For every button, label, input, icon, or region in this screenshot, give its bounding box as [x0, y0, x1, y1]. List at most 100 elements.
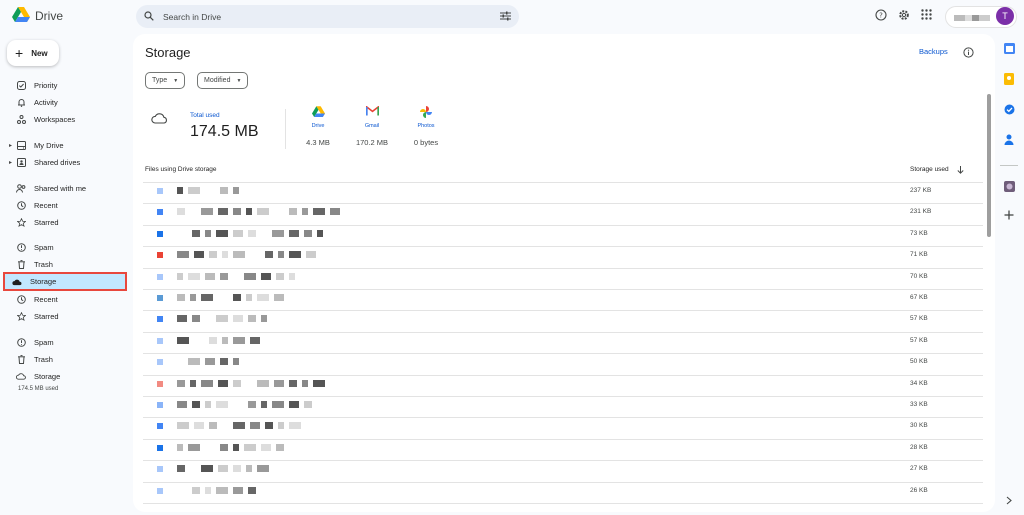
sidebar-item-storage[interactable]: Storage: [3, 272, 127, 291]
file-row[interactable]: 70 KB: [143, 269, 983, 290]
redacted-block: [265, 422, 273, 430]
type-filter-chip[interactable]: Type ▼: [145, 72, 186, 89]
redacted-block: [190, 465, 196, 472]
redacted-block: [188, 272, 200, 280]
info-icon[interactable]: [963, 47, 974, 60]
redacted-block: [274, 465, 284, 472]
add-addon-icon[interactable]: [1003, 209, 1015, 221]
chevron-right-icon[interactable]: [1003, 494, 1015, 506]
sidebar-item-label: Priority: [34, 80, 58, 90]
file-row[interactable]: 27 KB: [143, 461, 983, 483]
total-used-label: Total used: [190, 112, 220, 119]
file-size: 34 KB: [910, 379, 928, 387]
sidebar-item-storage[interactable]: Storage: [8, 369, 60, 383]
sidebar-item-activity[interactable]: Activity: [8, 95, 58, 109]
file-name-redacted[interactable]: [177, 229, 323, 237]
sidebar-item-shared-with-me[interactable]: Shared with me: [8, 181, 86, 195]
expand-caret-icon[interactable]: ▸: [9, 142, 12, 149]
sidebar-item-my-drive[interactable]: ▸ My Drive: [8, 138, 64, 152]
redacted-block: [317, 401, 323, 408]
addon-app-icon[interactable]: [1003, 180, 1015, 192]
file-row[interactable]: 73 KB: [143, 226, 983, 248]
redacted-block: [209, 336, 217, 344]
redacted-block: [209, 251, 217, 259]
sidebar-item-spam[interactable]: Spam: [8, 335, 54, 349]
redacted-block: [222, 336, 228, 344]
file-row[interactable]: 57 KB: [143, 333, 983, 355]
file-name-redacted[interactable]: [177, 187, 239, 194]
sidebar-item-recent[interactable]: Recent: [8, 292, 58, 306]
account-avatar[interactable]: T: [996, 7, 1014, 25]
sidebar-item-starred[interactable]: Starred: [8, 309, 59, 323]
file-row[interactable]: 28 KB: [143, 440, 983, 462]
sidebar-item-priority[interactable]: Priority: [8, 78, 57, 92]
sidebar-item-shared-drives[interactable]: ▸ Shared drives: [8, 155, 80, 169]
redacted-block: [233, 401, 243, 408]
search-options-icon[interactable]: [500, 11, 511, 23]
storage-used-text: 174.5 MB used: [18, 386, 59, 392]
sort-arrow-down-icon[interactable]: [957, 166, 964, 176]
file-name-redacted[interactable]: [177, 465, 284, 473]
sidebar-item-starred[interactable]: Starred: [8, 215, 59, 229]
file-row[interactable]: 237 KB: [143, 183, 983, 205]
expand-caret-icon[interactable]: ▸: [9, 159, 12, 166]
file-row[interactable]: 57 KB: [143, 311, 983, 333]
redacted-block: [188, 443, 200, 451]
help-icon[interactable]: ?: [875, 9, 887, 21]
storage-used-column-header[interactable]: Storage used: [910, 166, 964, 176]
file-name-redacted[interactable]: [177, 486, 267, 494]
search-input[interactable]: Search in Drive: [163, 12, 500, 22]
redacted-block: [190, 294, 196, 301]
drive-icon: [298, 106, 338, 119]
file-name-redacted[interactable]: [177, 315, 267, 323]
file-name-redacted[interactable]: [177, 272, 295, 280]
file-row[interactable]: 231 KB: [143, 204, 983, 226]
backups-link[interactable]: Backups: [919, 47, 948, 56]
file-row[interactable]: 67 KB: [143, 290, 983, 312]
sidebar-item-spam[interactable]: Spam: [8, 240, 54, 254]
file-name-redacted[interactable]: [177, 208, 340, 216]
new-button[interactable]: + New: [7, 40, 59, 66]
apps-grid-icon[interactable]: [921, 9, 932, 20]
redacted-block: [289, 208, 297, 216]
file-row[interactable]: 34 KB: [143, 376, 983, 397]
file-row[interactable]: 50 KB: [143, 354, 983, 376]
file-name-redacted[interactable]: [177, 294, 284, 301]
tasks-icon[interactable]: [1003, 103, 1015, 115]
file-name-redacted[interactable]: [177, 336, 260, 344]
calendar-icon[interactable]: [1003, 42, 1015, 54]
file-row[interactable]: 26 KB: [143, 483, 983, 504]
file-row[interactable]: 30 KB: [143, 418, 983, 440]
file-name-redacted[interactable]: [177, 358, 239, 366]
file-type-icon: [157, 188, 163, 194]
drive-logo[interactable]: Drive: [12, 7, 63, 25]
modified-filter-chip[interactable]: Modified ▼: [197, 72, 249, 89]
redacted-block: [257, 465, 269, 473]
file-row[interactable]: 33 KB: [143, 397, 983, 419]
settings-gear-icon[interactable]: [898, 9, 910, 21]
file-name-redacted[interactable]: [177, 422, 316, 430]
scrollbar[interactable]: [987, 94, 991, 237]
dropdown-arrow-icon: ▼: [236, 77, 242, 84]
file-name-redacted[interactable]: [177, 443, 295, 451]
service-value: 0 bytes: [413, 138, 439, 147]
file-row[interactable]: 71 KB: [143, 247, 983, 269]
redacted-block: [246, 380, 252, 387]
search-bar[interactable]: Search in Drive: [136, 5, 519, 28]
sidebar-item-trash[interactable]: Trash: [8, 257, 53, 271]
contacts-icon[interactable]: [1003, 133, 1015, 145]
file-type-icon: [157, 359, 163, 366]
redacted-block: [188, 187, 200, 194]
sidebar-item-trash[interactable]: Trash: [8, 352, 53, 366]
redacted-block: [192, 401, 200, 408]
search-icon[interactable]: [144, 10, 154, 23]
sidebar-item-workspaces[interactable]: Workspaces: [8, 112, 75, 126]
sidebar-item-recent[interactable]: Recent: [8, 198, 58, 212]
file-name-redacted[interactable]: [177, 251, 316, 259]
file-name-redacted[interactable]: [177, 401, 323, 408]
file-size: 57 KB: [910, 336, 928, 344]
redacted-block: [289, 379, 297, 387]
keep-icon[interactable]: [1003, 73, 1015, 85]
file-name-redacted[interactable]: [177, 379, 340, 387]
trash-icon: [16, 259, 26, 269]
